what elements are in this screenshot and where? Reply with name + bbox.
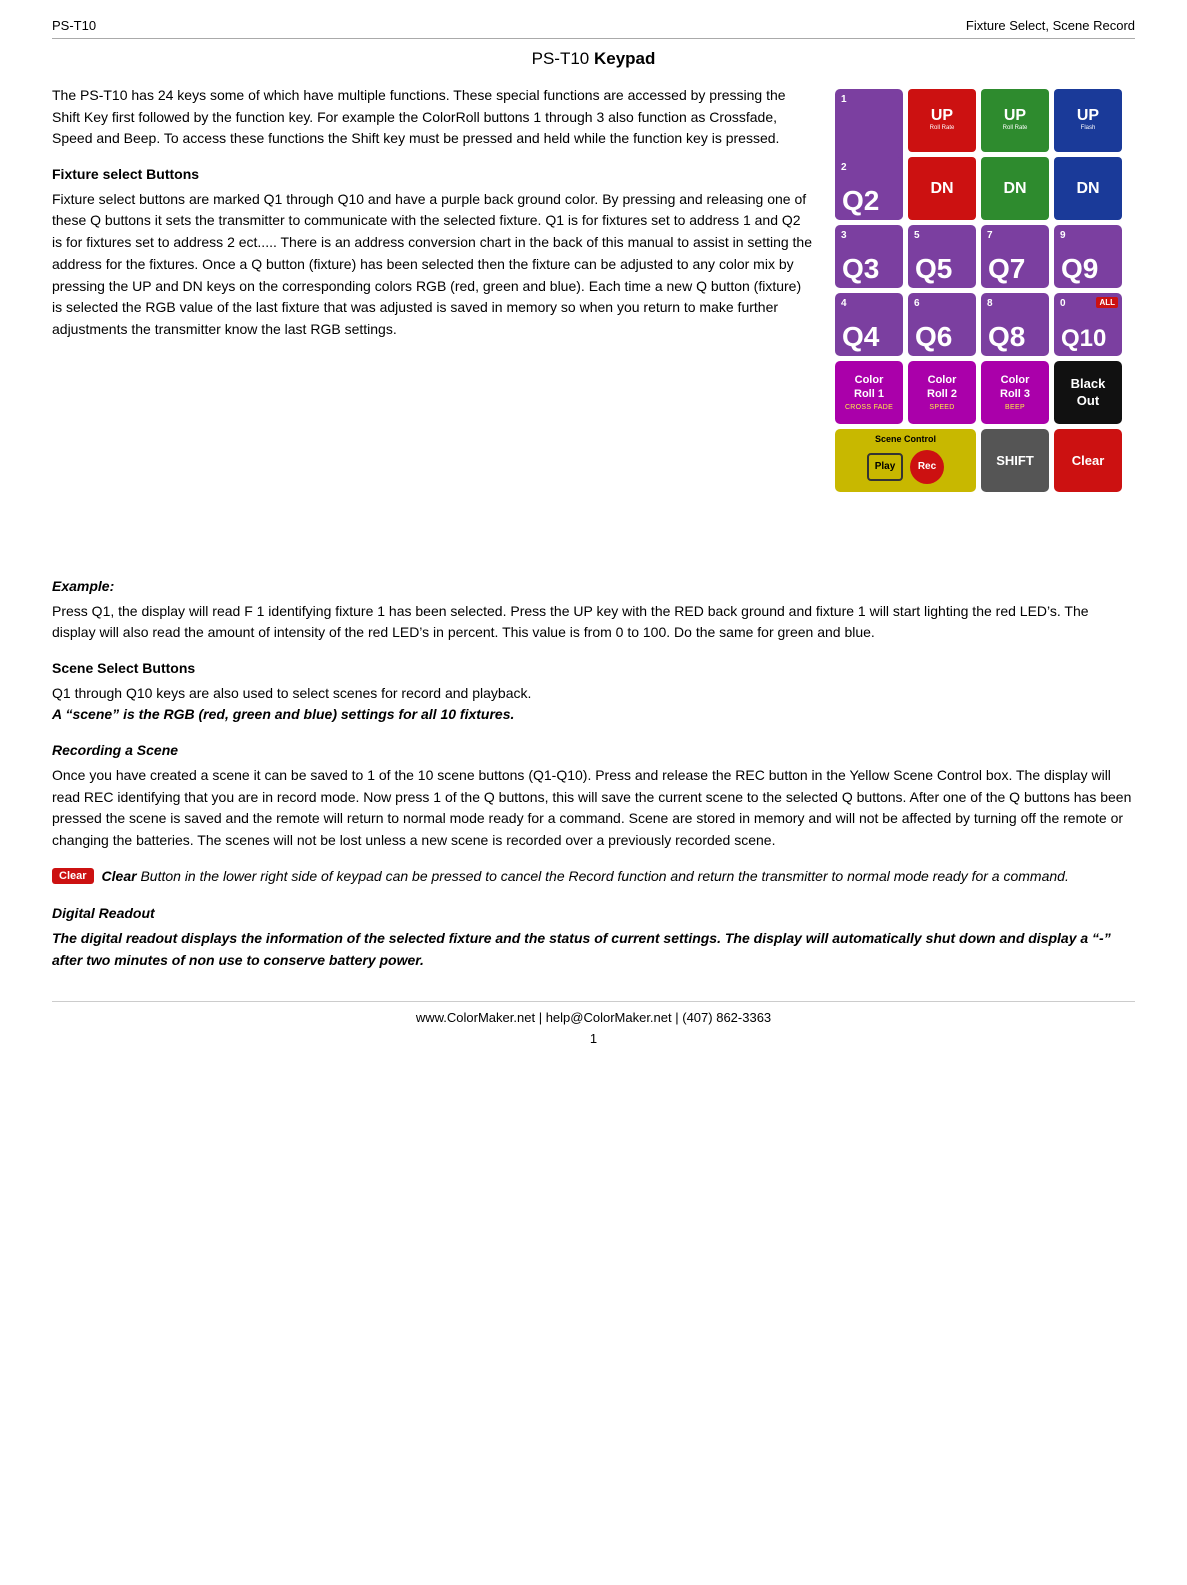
key-play[interactable]: Play [867,453,903,481]
recording-body: Once you have created a scene it can be … [52,765,1135,852]
key-q8[interactable]: 8 Q8 [981,293,1049,356]
recording-section: Recording a Scene Once you have created … [52,740,1135,851]
up-blue-sub: Flash [1081,125,1096,132]
keypad-wrapper: 1 Q1 UP Roll Rate DN UP Roll Rate [835,89,1135,560]
key-dn-red[interactable]: DN [908,157,976,220]
q5-num: 5 [914,230,920,241]
key-blackout[interactable]: BlackOut [1054,361,1122,424]
cr3-top: ColorRoll 3 [1000,374,1030,402]
cr3-bot: Beep [1005,404,1025,411]
clear-note-section: Clear Clear Button in the lower right si… [52,866,1135,888]
header-left: PS-T10 [52,18,96,33]
q7-label: Q7 [988,255,1025,283]
q8-label: Q8 [988,323,1025,351]
scene-buttons: Play Rec [867,450,944,484]
q5-label: Q5 [915,255,952,283]
key-dn-blue[interactable]: DN [1054,157,1122,220]
key-q5[interactable]: 5 Q5 [908,225,976,288]
footer-phone: (407) 862-3363 [682,1010,771,1025]
q3-num: 3 [841,230,847,241]
updn-col-3: UP Flash DN [1054,89,1122,220]
key-colorroll-1[interactable]: ColorRoll 1 Cross Fade [835,361,903,424]
dn-blue-label: DN [1076,181,1099,197]
page: PS-T10 Fixture Select, Scene Record PS-T… [0,0,1187,1585]
key-up-blue[interactable]: UP Flash [1054,89,1122,152]
up-green-sub: Roll Rate [1003,125,1028,132]
up-green-label: UP [1004,108,1026,124]
q2-label: Q2 [842,187,879,215]
key-q2[interactable]: 2 Q2 [835,157,903,220]
example-title: Example: [52,576,1135,598]
scene-select-body1: Q1 through Q10 keys are also used to sel… [52,683,1135,705]
q3-label: Q3 [842,255,879,283]
key-colorroll-3[interactable]: ColorRoll 3 Beep [981,361,1049,424]
updn-col-2: UP Roll Rate DN [981,89,1049,220]
cr1-top: ColorRoll 1 [854,374,884,402]
page-title: PS-T10 Keypad [52,49,1135,69]
example-section: Example: Press Q1, the display will read… [52,576,1135,644]
key-clear[interactable]: Clear [1054,429,1122,492]
key-up-green[interactable]: UP Roll Rate [981,89,1049,152]
up-blue-label: UP [1077,108,1099,124]
scene-control-header: Scene Control [875,434,936,445]
clear-note-text: Clear Button in the lower right side of … [102,866,1069,888]
q4-label: Q4 [842,323,879,351]
digital-readout-body: The digital readout displays the informa… [52,928,1135,971]
key-q3[interactable]: 3 Q3 [835,225,903,288]
q9-label: Q9 [1061,255,1098,283]
footer-website: www.ColorMaker.net [416,1010,535,1025]
scene-select-title: Scene Select Buttons [52,658,1135,680]
scene-select-body2: A “scene” is the RGB (red, green and blu… [52,704,1135,726]
main-content: The PS-T10 has 24 keys some of which hav… [52,85,1135,560]
updn-col-1: UP Roll Rate DN [908,89,976,220]
q7-num: 7 [987,230,993,241]
blackout-label: BlackOut [1071,376,1106,410]
dn-green-label: DN [1003,181,1026,197]
example-body: Press Q1, the display will read F 1 iden… [52,601,1135,644]
key-shift[interactable]: SHIFT [981,429,1049,492]
q10-all-badge: ALL [1096,297,1118,308]
cr2-top: ColorRoll 2 [927,374,957,402]
q10-label: Q10 [1061,327,1106,351]
recording-title: Recording a Scene [52,740,1135,762]
scene-select-section: Scene Select Buttons Q1 through Q10 keys… [52,658,1135,726]
key-rec[interactable]: Rec [910,450,944,484]
intro-text: The PS-T10 has 24 keys some of which hav… [52,85,813,150]
left-text: The PS-T10 has 24 keys some of which hav… [52,85,813,560]
fixture-title: Fixture select Buttons [52,164,813,186]
key-q6[interactable]: 6 Q6 [908,293,976,356]
footer-separator-1: | [539,1010,546,1025]
key-q4[interactable]: 4 Q4 [835,293,903,356]
key-up-red[interactable]: UP Roll Rate [908,89,976,152]
keypad-grid: 1 Q1 UP Roll Rate DN UP Roll Rate [835,89,1122,560]
q10-num: 0 [1060,298,1066,309]
page-header: PS-T10 Fixture Select, Scene Record [52,18,1135,39]
key-q7[interactable]: 7 Q7 [981,225,1049,288]
cr2-bot: Speed [929,404,954,411]
q6-num: 6 [914,298,920,309]
key-q9[interactable]: 9 Q9 [1054,225,1122,288]
key-dn-green[interactable]: DN [981,157,1049,220]
q8-num: 8 [987,298,993,309]
key-scene-control[interactable]: Scene Control Play Rec [835,429,976,492]
up-red-label: UP [931,108,953,124]
key-colorroll-2[interactable]: ColorRoll 2 Speed [908,361,976,424]
footer-email: help@ColorMaker.net [546,1010,672,1025]
q1-num: 1 [841,94,847,105]
page-number: 1 [52,1031,1135,1046]
fixture-body: Fixture select buttons are marked Q1 thr… [52,189,813,341]
key-q10[interactable]: 0 ALL Q10 [1054,293,1122,356]
header-right: Fixture Select, Scene Record [966,18,1135,33]
q9-num: 9 [1060,230,1066,241]
q6-label: Q6 [915,323,952,351]
digital-readout-title: Digital Readout [52,903,1135,925]
footer: www.ColorMaker.net | help@ColorMaker.net… [52,1001,1135,1025]
q4-num: 4 [841,298,847,309]
cr1-bot: Cross Fade [845,404,893,411]
q2-num: 2 [841,162,847,173]
clear-badge: Clear [52,868,94,884]
dn-red-label: DN [930,181,953,197]
up-red-sub: Roll Rate [930,125,955,132]
digital-readout-section: Digital Readout The digital readout disp… [52,903,1135,971]
